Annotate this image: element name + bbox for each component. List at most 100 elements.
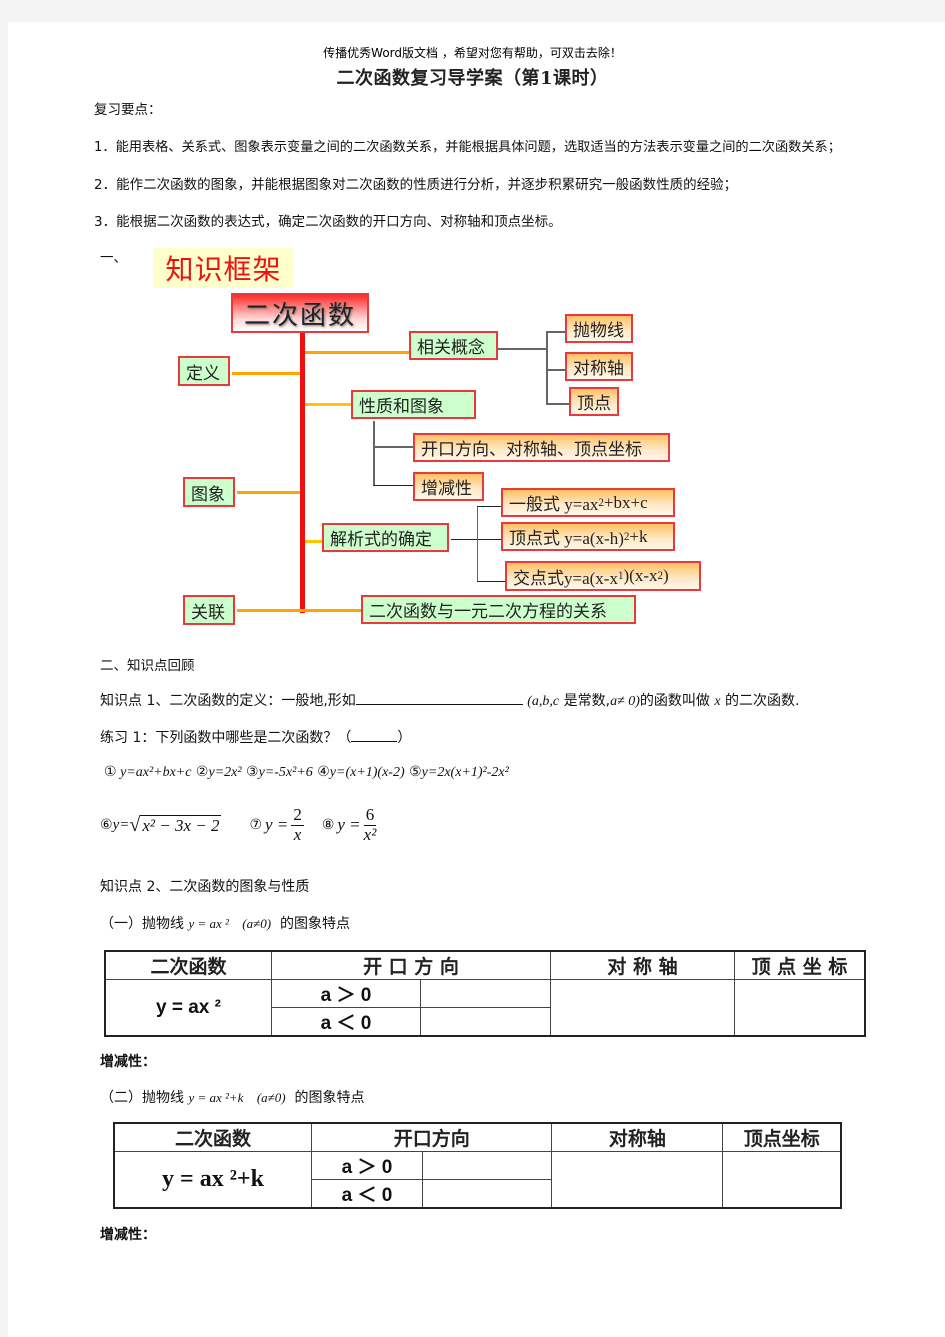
kp1-cond2: a≠ 0) bbox=[610, 694, 640, 709]
option-3-expr: y=-5x²+6 bbox=[258, 765, 313, 780]
monotonicity-label-2: 增减性： bbox=[100, 1227, 156, 1243]
page-title: 二次函数复习导学案（第1课时） bbox=[336, 68, 609, 89]
table1-answer-vertex[interactable] bbox=[734, 979, 866, 1037]
mindmap-node-vertex-form: 顶点式 y=a(x-h) 2 +k bbox=[501, 522, 675, 551]
connector-concepts-vertical bbox=[546, 331, 548, 404]
option-1-expr: y=ax²+bx+c bbox=[116, 765, 192, 780]
table2-answer-vertex[interactable] bbox=[722, 1151, 842, 1209]
option-8-fraction: 6 x² bbox=[364, 805, 377, 844]
part-two-prefix: （二）抛物线 bbox=[100, 1090, 189, 1106]
mindmap-trunk bbox=[300, 330, 305, 613]
table-parabola-ax2-plus-k: 二次函数 开口方向 对称轴 顶点坐标 y = ax ²+k a ＞ 0 a ＜ … bbox=[113, 1122, 842, 1209]
table1-answer-negative[interactable] bbox=[420, 1007, 551, 1037]
general-form-suffix: +bx+c bbox=[603, 492, 648, 512]
mindmap-node-symmetry-axis: 对称轴 bbox=[565, 352, 633, 381]
watermark-text[interactable]: 传播优秀Word版文档 ，希望对您有帮助，可双击去除！ bbox=[0, 44, 945, 61]
exercise-1-answer-blank[interactable] bbox=[351, 727, 398, 742]
part-two-heading: （二）抛物线 y = ax ²+k (a≠0) 的图象特点 bbox=[100, 1087, 365, 1107]
general-form-prefix: 一般式 y=ax bbox=[509, 495, 599, 514]
connector-axis bbox=[546, 369, 565, 371]
kp1-answer-blank[interactable] bbox=[355, 690, 523, 705]
part-one-suffix: 的图象特点 bbox=[275, 916, 350, 932]
kp1-suffix2: 的二次函数. bbox=[720, 693, 800, 709]
connector-analytic-vertical bbox=[477, 506, 478, 582]
option-5: ⑤y=2x(x+1)²-2x² bbox=[409, 764, 509, 780]
table2-answer-axis[interactable] bbox=[551, 1151, 724, 1209]
table1-answer-axis[interactable] bbox=[550, 979, 735, 1037]
sqrt-icon: √ bbox=[129, 813, 141, 836]
option-8-number: ⑧ bbox=[321, 817, 335, 834]
connector-graph bbox=[237, 491, 300, 494]
kp1-prefix: 知识点 1、二次函数的定义：一般地,形如 bbox=[100, 693, 356, 709]
mindmap-node-parabola: 抛物线 bbox=[565, 314, 633, 343]
option-4-number: ④ bbox=[317, 764, 330, 780]
mindmap-node-relation: 关联 bbox=[183, 595, 235, 625]
table2-header-function: 二次函数 bbox=[113, 1122, 312, 1152]
connector-properties bbox=[305, 403, 351, 406]
connector-concepts bbox=[305, 351, 409, 354]
review-point-3: 3．能根据二次函数的表达式，确定二次函数的开口方向、对称轴和顶点坐标。 bbox=[94, 214, 562, 230]
exercise-1-options-line-1: ① y=ax²+bx+c ②y=2x² ③y=-5x²+6 ④y=(x+1)(x… bbox=[104, 764, 509, 781]
part-two-suffix: 的图象特点 bbox=[290, 1090, 365, 1106]
table2-header-vertex: 顶点坐标 bbox=[722, 1122, 842, 1152]
table2-answer-negative[interactable] bbox=[421, 1179, 553, 1209]
connector-definition bbox=[232, 372, 300, 375]
intercept-form-mid: )(x-x bbox=[623, 566, 658, 585]
table2-answer-positive[interactable] bbox=[421, 1151, 553, 1180]
mindmap-node-properties: 性质和图象 bbox=[351, 390, 476, 419]
option-6-lhs: y= bbox=[112, 816, 130, 833]
option-8: ⑧ y = 6 x² bbox=[321, 805, 377, 844]
option-1: ① y=ax²+bx+c bbox=[104, 764, 191, 780]
table1-condition-negative: a ＜ 0 bbox=[271, 1007, 421, 1037]
mindmap-node-graph: 图象 bbox=[183, 477, 235, 507]
monotonicity-label-1: 增减性： bbox=[100, 1054, 156, 1070]
table2-condition-negative: a ＜ 0 bbox=[311, 1179, 423, 1209]
table1-header-axis: 对 称 轴 bbox=[550, 950, 735, 980]
option-6: ⑥ y= √ x² − 3x − 2 bbox=[100, 813, 222, 837]
option-2-number: ② bbox=[195, 764, 209, 780]
mindmap-root: 二次函数 bbox=[231, 293, 369, 333]
option-7: ⑦ y = 2x bbox=[249, 805, 304, 844]
table1-header-vertex: 顶 点 坐 标 bbox=[734, 950, 866, 980]
mindmap-node-intercept-form: 交点式y=a(x-x 1)(x-x 2) bbox=[505, 561, 701, 591]
option-7-fraction: 2x bbox=[291, 805, 304, 844]
mindmap-node-analytic: 解析式的确定 bbox=[322, 523, 449, 552]
kp1-mid: 是常数, bbox=[559, 693, 611, 709]
table1-header-opening: 开 口 方 向 bbox=[271, 950, 551, 980]
connector-relation bbox=[237, 609, 361, 612]
option-7-denominator: x bbox=[293, 824, 302, 844]
intercept-form-prefix: 交点式y=a(x-x bbox=[513, 568, 618, 588]
option-4-expr: y=(x+1)(x-2) bbox=[329, 765, 405, 780]
mindmap-node-opening-axis-vertex: 开口方向、对称轴、顶点坐标 bbox=[413, 433, 670, 462]
connector-analytic bbox=[305, 540, 322, 543]
mindmap-node-definition: 定义 bbox=[178, 356, 230, 386]
option-2: ②y=2x² bbox=[196, 764, 242, 780]
review-heading: 复习要点： bbox=[94, 102, 162, 118]
knowledge-point-2-heading: 知识点 2、二次函数的图象与性质 bbox=[100, 879, 310, 895]
part-one-expr: y = ax ² bbox=[188, 916, 229, 931]
table-parabola-ax2: 二次函数 开 口 方 向 对 称 轴 顶 点 坐 标 y = ax ² a ＞ … bbox=[104, 950, 866, 1037]
section-two-heading: 二、知识点回顾 bbox=[100, 658, 195, 674]
review-point-1: 1．能用表格、关系式、图象表示变量之间的二次函数关系，并能根据具体问题，选取适当… bbox=[94, 140, 841, 155]
table2-header-opening: 开口方向 bbox=[310, 1122, 553, 1152]
option-6-number: ⑥ bbox=[100, 817, 113, 834]
option-2-expr: y=2x² bbox=[208, 765, 242, 780]
part-two-condition: (a≠0) bbox=[256, 1090, 286, 1105]
mindmap-node-monotonicity: 增减性 bbox=[413, 472, 484, 501]
table2-header-axis: 对称轴 bbox=[551, 1122, 724, 1152]
option-1-number: ① bbox=[104, 764, 117, 780]
connector-intercept bbox=[477, 581, 505, 582]
table1-answer-positive[interactable] bbox=[420, 979, 551, 1008]
connector-analytic-out bbox=[451, 539, 501, 540]
option-7-number: ⑦ bbox=[249, 817, 263, 834]
knowledge-point-1: 知识点 1、二次函数的定义：一般地,形如 (a,b,c 是常数,a≠ 0)的函数… bbox=[100, 690, 800, 710]
exercise-1-prefix: 练习 1：下列函数中哪些是二次函数？（ bbox=[100, 730, 352, 746]
mindmap-node-general-form: 一般式 y=ax 2 +bx+c bbox=[501, 488, 675, 517]
mindmap-node-concepts: 相关概念 bbox=[409, 331, 498, 360]
option-3: ③y=-5x²+6 bbox=[246, 764, 313, 780]
connector-vertex bbox=[546, 403, 569, 405]
review-point-2: 2．能作二次函数的图象，并能根据图象对二次函数的性质进行分析，并逐步积累研究一般… bbox=[94, 177, 738, 193]
intercept-form-end: ) bbox=[663, 566, 669, 585]
option-7-lhs: y = bbox=[265, 815, 289, 835]
connector-concepts-out bbox=[498, 348, 546, 350]
